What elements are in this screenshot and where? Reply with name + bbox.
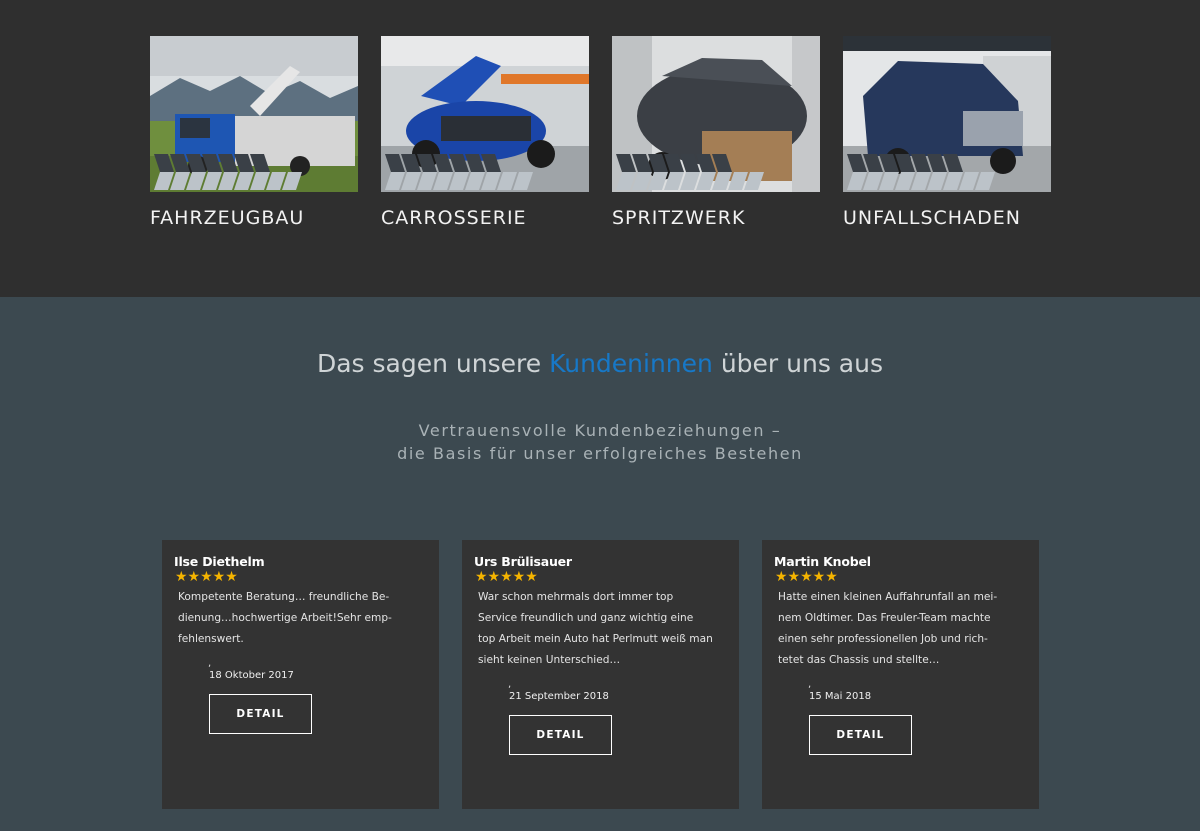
service-spritzwerk[interactable]: SPRITZWERK xyxy=(612,36,820,229)
review-text: War schon mehrmals dort immer top Servic… xyxy=(478,591,713,666)
chevron-stripes-icon xyxy=(847,154,995,190)
service-label[interactable]: UNFALLSCHADEN xyxy=(843,207,1051,229)
testimonials-heading: Das sagen unsere Kundeninnen über uns au… xyxy=(0,349,1200,378)
detail-button[interactable]: DETAIL xyxy=(809,715,912,755)
detail-button[interactable]: DETAIL xyxy=(509,715,612,755)
chevron-stripes-icon xyxy=(385,154,533,190)
testimonial-card: Ilse Diethelm ★★★★★ Kompetente Beratung…… xyxy=(162,540,439,809)
service-label[interactable]: FAHRZEUGBAU xyxy=(150,207,358,229)
testimonial-card: Urs Brülisauer ★★★★★ War schon mehrmals … xyxy=(462,540,739,809)
date-comma: , xyxy=(808,679,812,690)
heading-highlight: Kundeninnen xyxy=(549,349,713,378)
review-text: Hatte einen kleinen Auffahrunfall an mei… xyxy=(778,591,998,666)
reviewer-name: Martin Knobel xyxy=(774,554,871,569)
reviewer-name: Urs Brülisauer xyxy=(474,554,572,569)
detail-button[interactable]: DETAIL xyxy=(209,694,312,734)
service-label[interactable]: SPRITZWERK xyxy=(612,207,820,229)
date-comma: , xyxy=(208,658,212,669)
testimonials-section: Das sagen unsere Kundeninnen über uns au… xyxy=(0,297,1200,831)
reviewer-name: Ilse Diethelm xyxy=(174,554,265,569)
review-date: 21 September 2018 xyxy=(509,691,609,702)
chevron-stripes-icon xyxy=(154,154,302,190)
service-image-spritzwerk[interactable] xyxy=(612,36,820,192)
star-rating-icon: ★★★★★ xyxy=(775,569,838,585)
heading-pre: Das sagen unsere xyxy=(316,349,550,378)
review-date: 18 Oktober 2017 xyxy=(209,670,294,681)
date-comma: , xyxy=(508,679,512,690)
service-image-unfallschaden[interactable] xyxy=(843,36,1051,192)
heading-post: über uns aus xyxy=(712,349,883,378)
service-image-carrosserie[interactable] xyxy=(381,36,589,192)
testimonials-subheading-line1: Vertrauensvolle Kundenbeziehungen – xyxy=(418,421,782,440)
review-text: Kompetente Beratung… freundliche Be-dien… xyxy=(178,591,392,645)
chevron-stripes-icon xyxy=(616,154,764,190)
review-date: 15 Mai 2018 xyxy=(809,691,872,702)
star-rating-icon: ★★★★★ xyxy=(175,569,238,585)
service-unfallschaden[interactable]: UNFALLSCHADEN xyxy=(843,36,1051,229)
services-section: FAHRZEUGBAU CARROSSERIE SPRITZWERK UNFAL… xyxy=(0,0,1200,297)
testimonial-card: Martin Knobel ★★★★★ Hatte einen kleinen … xyxy=(762,540,1039,809)
service-carrosserie[interactable]: CARROSSERIE xyxy=(381,36,589,229)
testimonials-subheading-line2: die Basis für unser erfolgreiches Besteh… xyxy=(397,444,803,463)
star-rating-icon: ★★★★★ xyxy=(475,569,538,585)
service-fahrzeugbau[interactable]: FAHRZEUGBAU xyxy=(150,36,358,229)
service-label[interactable]: CARROSSERIE xyxy=(381,207,589,229)
service-image-fahrzeugbau[interactable] xyxy=(150,36,358,192)
